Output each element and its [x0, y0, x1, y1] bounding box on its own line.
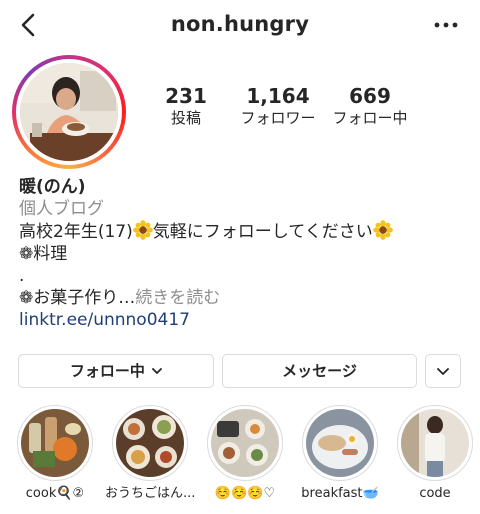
bio: 暖(のん) 個人ブログ 高校2年生(17) 気軽にフォローしてください ❁料理 …	[19, 176, 469, 331]
username-title: non.hungry	[170, 12, 310, 36]
chevron-down-icon	[437, 368, 449, 375]
highlight-cover	[116, 409, 184, 477]
following-button[interactable]: フォロー中	[18, 354, 214, 388]
highlight-label: ☺️☺️☺️♡	[214, 486, 276, 501]
highlight-ring	[17, 405, 93, 481]
highlight-cover	[211, 409, 279, 477]
message-button[interactable]: メッセージ	[222, 354, 417, 388]
following-label: フォロー中	[332, 109, 408, 127]
top-bar: non.hungry	[0, 0, 480, 52]
highlight-label: cook🍳②	[25, 486, 85, 501]
category-label: 個人ブログ	[19, 199, 104, 219]
bio-link[interactable]: linktr.ee/unnno0417	[19, 309, 469, 331]
read-more-link[interactable]: 続きを読む	[135, 288, 220, 308]
avatar	[20, 63, 118, 161]
highlight-item[interactable]: breakfast🥣	[301, 405, 379, 502]
bio-line-4-text: ❁お菓子作り…	[19, 288, 136, 308]
highlight-ring	[112, 405, 188, 481]
following-count: 669	[349, 84, 391, 108]
sunflower-icon	[372, 220, 393, 240]
sunflower-icon	[132, 220, 153, 240]
highlight-cover	[306, 409, 374, 477]
avatar-gap	[16, 59, 122, 165]
bio-line-1-text: 高校2年生(17)	[19, 222, 133, 242]
highlight-item[interactable]: おうちごはん...	[105, 405, 195, 502]
highlight-cover	[401, 409, 469, 477]
followers-label: フォロワー	[240, 109, 316, 127]
display-name: 暖(のん)	[19, 177, 86, 197]
highlight-ring	[397, 405, 473, 481]
highlight-cover-image	[306, 409, 374, 477]
bio-line-3: .	[19, 266, 25, 286]
highlight-ring	[207, 405, 283, 481]
following-button-label: フォロー中	[69, 362, 145, 380]
posts-count: 231	[165, 84, 207, 108]
highlight-item[interactable]: cook🍳②	[17, 405, 93, 502]
highlight-label: code	[419, 486, 451, 501]
highlight-item[interactable]: ☺️☺️☺️♡	[207, 405, 283, 502]
bio-line-1-mid: 気軽にフォローしてください	[152, 222, 373, 242]
ellipsis-icon[interactable]	[432, 12, 460, 38]
highlight-item[interactable]: code	[397, 405, 473, 502]
profile-screen: non.hungry 231 投稿 1,164 フォロワー 669 フォロー中 …	[0, 0, 480, 514]
bio-line-2: ❁料理	[19, 244, 68, 264]
story-ring[interactable]	[12, 55, 126, 169]
highlight-label: breakfast🥣	[301, 486, 379, 501]
posts-label: 投稿	[170, 109, 201, 127]
bio-line-4: ❁お菓子作り…続きを読む	[19, 287, 469, 309]
chevron-down-icon	[152, 368, 163, 374]
suggested-accounts-button[interactable]	[425, 354, 461, 388]
highlight-cover-image	[401, 409, 469, 477]
highlight-ring	[302, 405, 378, 481]
followers-stat[interactable]: 1,164 フォロワー	[233, 84, 323, 128]
posts-stat[interactable]: 231 投稿	[146, 84, 226, 128]
profile-photo	[20, 63, 118, 161]
following-stat[interactable]: 669 フォロー中	[323, 84, 417, 128]
bio-line-1: 高校2年生(17) 気軽にフォローしてください	[19, 220, 469, 243]
highlight-cover-image	[21, 409, 89, 477]
highlight-cover-image	[116, 409, 184, 477]
followers-count: 1,164	[246, 84, 310, 108]
highlight-cover	[21, 409, 89, 477]
highlight-cover-image	[211, 409, 279, 477]
highlight-label: おうちごはん...	[105, 486, 196, 501]
